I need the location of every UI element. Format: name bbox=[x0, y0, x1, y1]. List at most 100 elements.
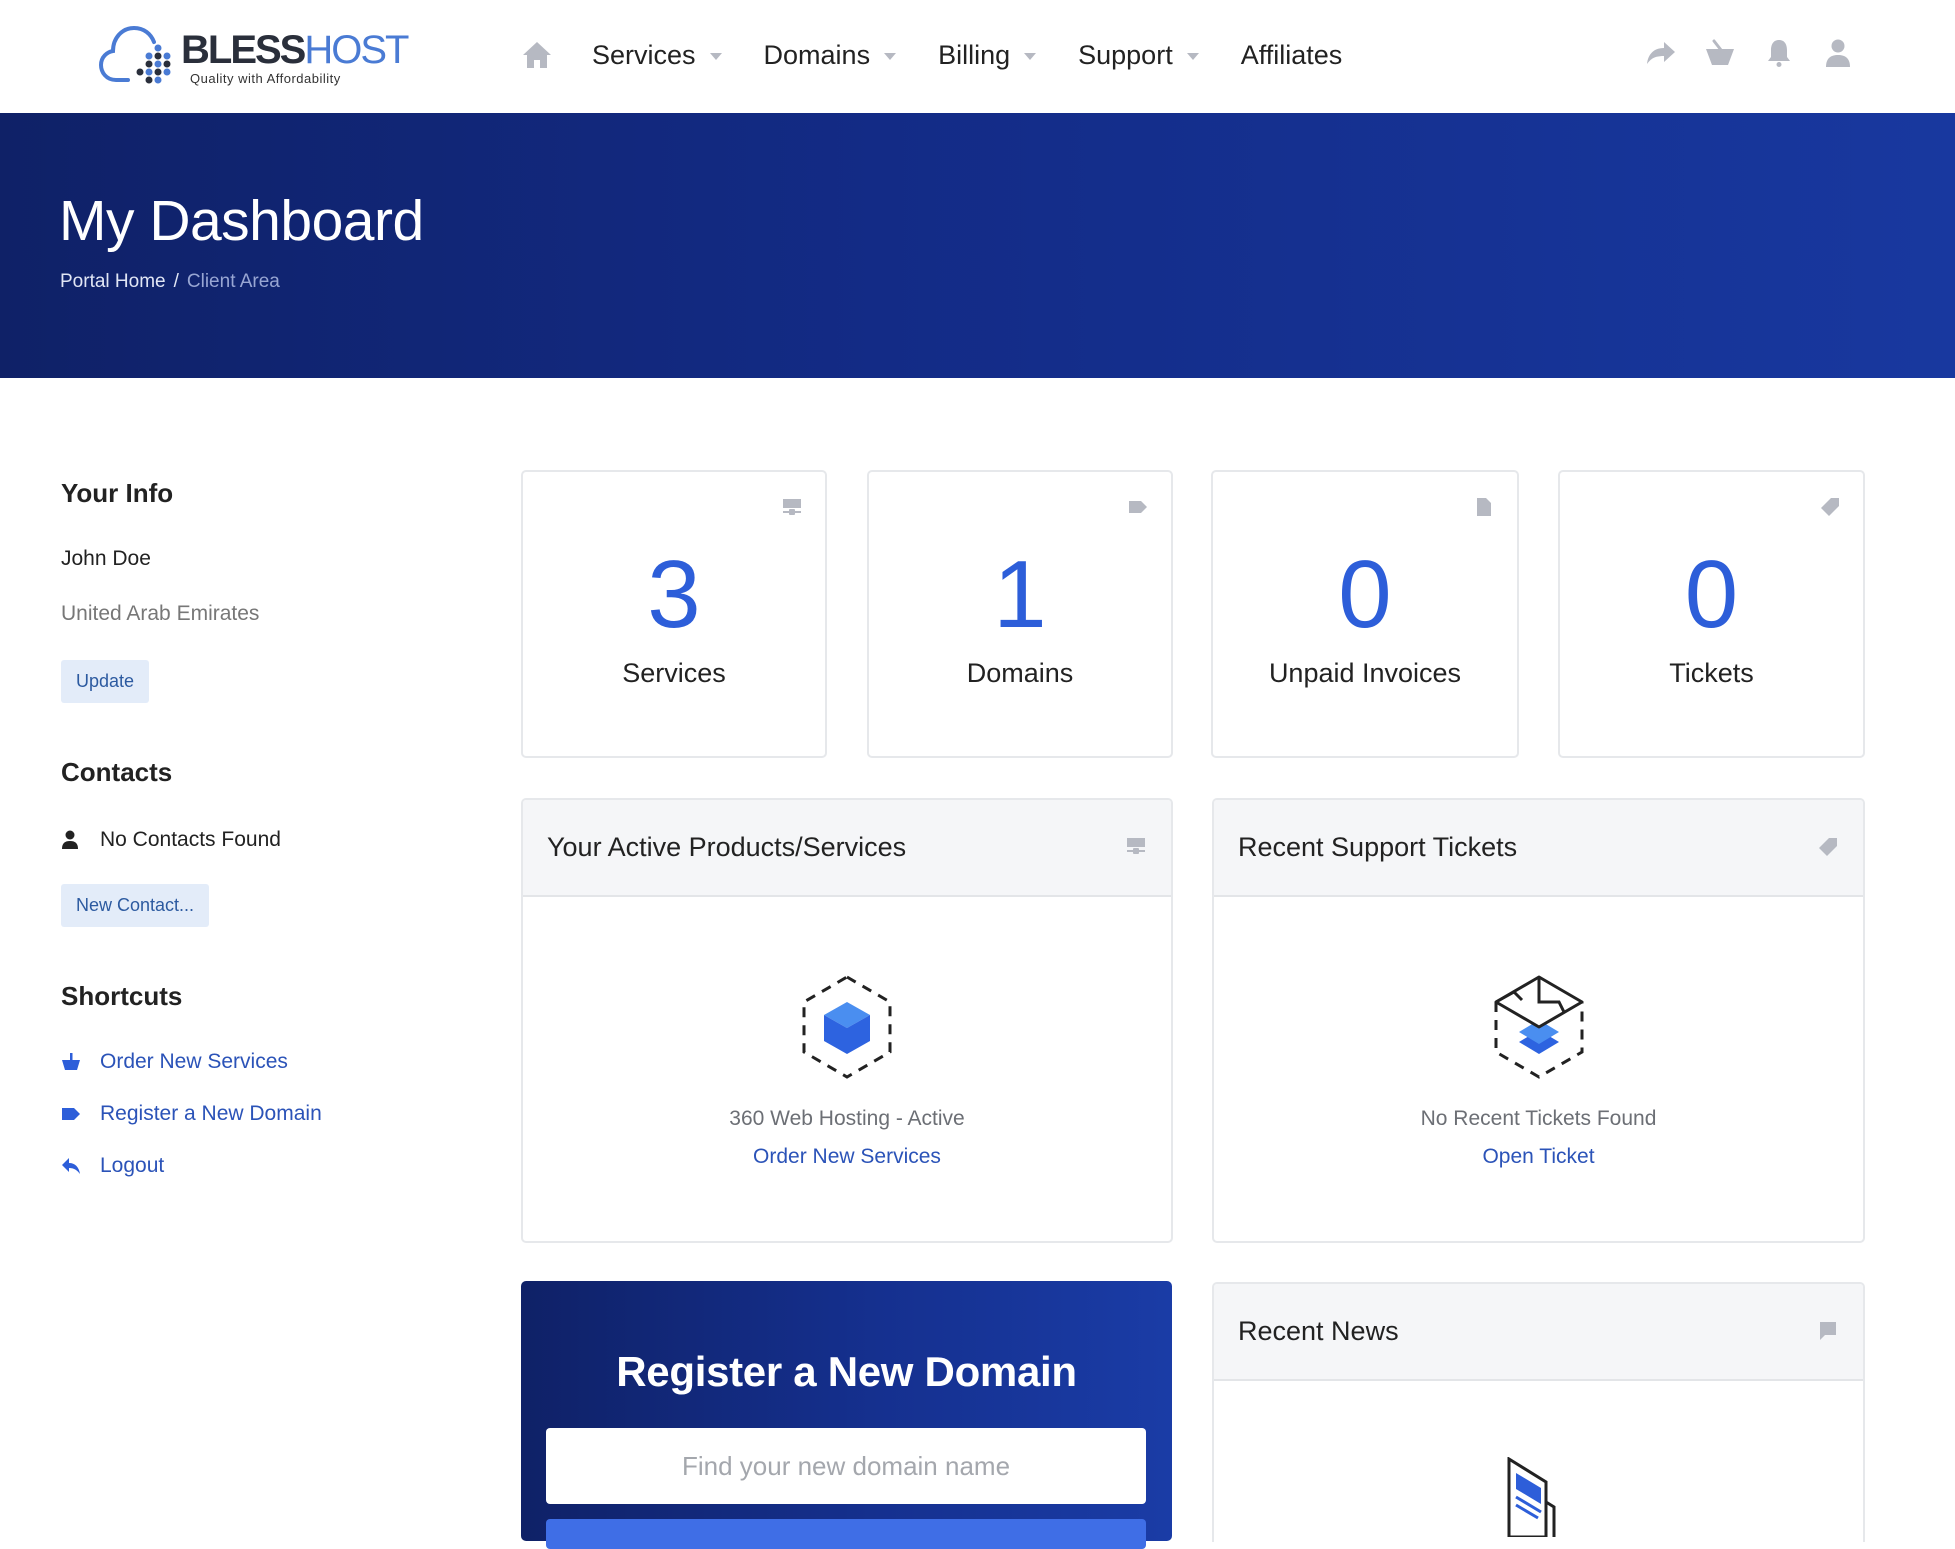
nav-billing-label: Billing bbox=[938, 39, 1011, 70]
tag-icon bbox=[1129, 501, 1147, 513]
contacts-section: Contacts No Contacts Found New Contact..… bbox=[61, 757, 461, 927]
nav-domains[interactable]: Domains bbox=[764, 40, 897, 71]
order-new-services-link: Order New Services bbox=[523, 1145, 1171, 1169]
account-button[interactable] bbox=[1821, 33, 1855, 73]
nav-services[interactable]: Services bbox=[592, 40, 722, 71]
client-name: John Doe bbox=[61, 547, 151, 570]
stat-invoices-label: Unpaid Invoices bbox=[1268, 658, 1462, 688]
top-navbar: BLESSHOST Quality with Affordability Ser… bbox=[0, 0, 1955, 113]
chevron-down-icon bbox=[884, 52, 897, 60]
stat-services-label: Services bbox=[622, 658, 726, 688]
basket-icon bbox=[61, 1052, 81, 1072]
nav-billing[interactable]: Billing bbox=[938, 39, 1037, 71]
open-ticket-link: Open Ticket bbox=[1214, 1145, 1863, 1169]
envelope-illustration-icon bbox=[1494, 975, 1583, 1079]
main-nav: Services Domains Billing Support Affilia… bbox=[520, 30, 1384, 80]
domain-search-input[interactable] bbox=[546, 1428, 1146, 1504]
client-country: United Arab Emirates bbox=[61, 602, 260, 625]
panel-title: Recent Support Tickets bbox=[1238, 832, 1518, 862]
stat-domains-label: Domains bbox=[966, 658, 1074, 688]
tag-icon bbox=[61, 1104, 81, 1124]
nav-services-label: Services bbox=[592, 39, 696, 70]
share-button[interactable] bbox=[1644, 33, 1678, 73]
shortcut-logout-label: Logout bbox=[100, 1154, 165, 1177]
panel-header: Your Active Products/Services bbox=[523, 800, 1171, 897]
reply-arrow-icon bbox=[61, 1156, 81, 1176]
stat-domains-value: 1 bbox=[993, 541, 1047, 648]
shortcut-register-domain-label: Register a New Domain bbox=[100, 1102, 322, 1125]
recent-news-panel: Recent News bbox=[1212, 1282, 1865, 1542]
newspaper-illustration-icon bbox=[1507, 1457, 1556, 1537]
stat-tickets-value: 0 bbox=[1684, 541, 1739, 648]
cube-illustration-icon bbox=[802, 975, 892, 1079]
cart-button[interactable] bbox=[1703, 33, 1737, 73]
ticket-tag-icon bbox=[1819, 838, 1837, 856]
register-domain-title: Register a New Domain bbox=[616, 1348, 1077, 1395]
page-header-banner: My Dashboard Portal Home / Client Area bbox=[0, 113, 1955, 378]
breadcrumb-client-area: Client Area bbox=[186, 271, 280, 292]
shortcut-register-domain[interactable]: Register a New Domain bbox=[61, 1102, 461, 1126]
nav-support-label: Support bbox=[1078, 39, 1173, 70]
breadcrumb: Portal Home / Client Area bbox=[60, 271, 280, 293]
chevron-down-icon bbox=[1024, 52, 1037, 60]
your-info-section: Your Info John Doe United Arab Emirates … bbox=[61, 478, 461, 703]
register-domain-panel: Register a New Domain bbox=[521, 1281, 1172, 1549]
no-contacts-text: No Contacts Found bbox=[100, 828, 281, 851]
breadcrumb-portal-home[interactable]: Portal Home bbox=[60, 271, 166, 292]
nav-affiliates-label: Affiliates bbox=[1240, 39, 1343, 70]
panel-header: Recent Support Tickets bbox=[1214, 800, 1863, 897]
open-ticket-link-label[interactable]: Open Ticket bbox=[1482, 1145, 1594, 1168]
brand-name-part2: HOST bbox=[304, 28, 409, 72]
bell-icon bbox=[1768, 40, 1790, 67]
stat-services-value: 3 bbox=[647, 541, 701, 648]
shortcut-logout[interactable]: Logout bbox=[61, 1154, 461, 1178]
order-new-services-link-label[interactable]: Order New Services bbox=[753, 1145, 941, 1168]
stat-card-tickets[interactable]: 0 Tickets bbox=[1558, 470, 1865, 758]
file-icon bbox=[1477, 498, 1491, 516]
stat-card-services[interactable]: 3 Services bbox=[521, 470, 827, 758]
update-button[interactable]: Update bbox=[61, 660, 150, 703]
brand-name: BLESSHOST bbox=[181, 28, 409, 72]
cart-basket-icon bbox=[1706, 39, 1734, 65]
server-icon bbox=[1127, 838, 1145, 854]
no-tickets-text: No Recent Tickets Found bbox=[1420, 1107, 1657, 1130]
panel-header: Recent News bbox=[1214, 1284, 1863, 1381]
contacts-heading: Contacts bbox=[61, 757, 173, 787]
breadcrumb-separator: / bbox=[173, 271, 179, 292]
panel-title: Recent News bbox=[1238, 1316, 1399, 1346]
contacts-empty: No Contacts Found bbox=[61, 828, 461, 852]
server-icon bbox=[783, 499, 801, 515]
shortcut-order-new-services[interactable]: Order New Services bbox=[61, 1050, 461, 1074]
brand-logo[interactable]: BLESSHOST Quality with Affordability bbox=[98, 20, 409, 90]
page-title: My Dashboard bbox=[59, 189, 424, 253]
active-products-panel: Your Active Products/Services 360 Web Ho… bbox=[521, 798, 1173, 1243]
nav-domains-label: Domains bbox=[763, 39, 871, 70]
shortcuts-heading: Shortcuts bbox=[61, 981, 183, 1011]
stat-invoices-value: 0 bbox=[1338, 541, 1392, 648]
brand-tagline: Quality with Affordability bbox=[190, 71, 341, 86]
cloud-logo-icon bbox=[98, 25, 171, 84]
notifications-button[interactable] bbox=[1762, 33, 1796, 73]
user-icon bbox=[1826, 39, 1850, 67]
share-icon bbox=[1647, 42, 1675, 64]
nav-affiliates[interactable]: Affiliates bbox=[1241, 40, 1343, 71]
nav-support[interactable]: Support bbox=[1078, 40, 1199, 71]
product-status-text: 360 Web Hosting - Active bbox=[729, 1107, 965, 1130]
panel-title: Your Active Products/Services bbox=[547, 832, 907, 862]
stat-card-domains[interactable]: 1 Domains bbox=[867, 470, 1173, 758]
comment-flag-icon bbox=[1820, 1322, 1836, 1340]
domain-search-button[interactable] bbox=[546, 1519, 1146, 1549]
chevron-down-icon bbox=[709, 52, 722, 60]
nav-home-button[interactable] bbox=[520, 38, 554, 72]
chevron-down-icon bbox=[1186, 52, 1199, 60]
new-contact-button[interactable]: New Contact... bbox=[61, 884, 210, 927]
sidebar: Your Info John Doe United Arab Emirates … bbox=[61, 478, 461, 1178]
recent-tickets-panel: Recent Support Tickets No Recent Tickets… bbox=[1212, 798, 1865, 1243]
brand-name-part1: BLESS bbox=[181, 28, 306, 72]
stat-tickets-label: Tickets bbox=[1669, 658, 1754, 688]
stat-card-unpaid-invoices[interactable]: 0 Unpaid Invoices bbox=[1211, 470, 1519, 758]
ticket-tag-icon bbox=[1821, 498, 1839, 516]
your-info-heading: Your Info bbox=[61, 478, 174, 508]
home-icon bbox=[523, 42, 551, 68]
shortcuts-section: Shortcuts Order New Services Register a … bbox=[61, 981, 461, 1178]
